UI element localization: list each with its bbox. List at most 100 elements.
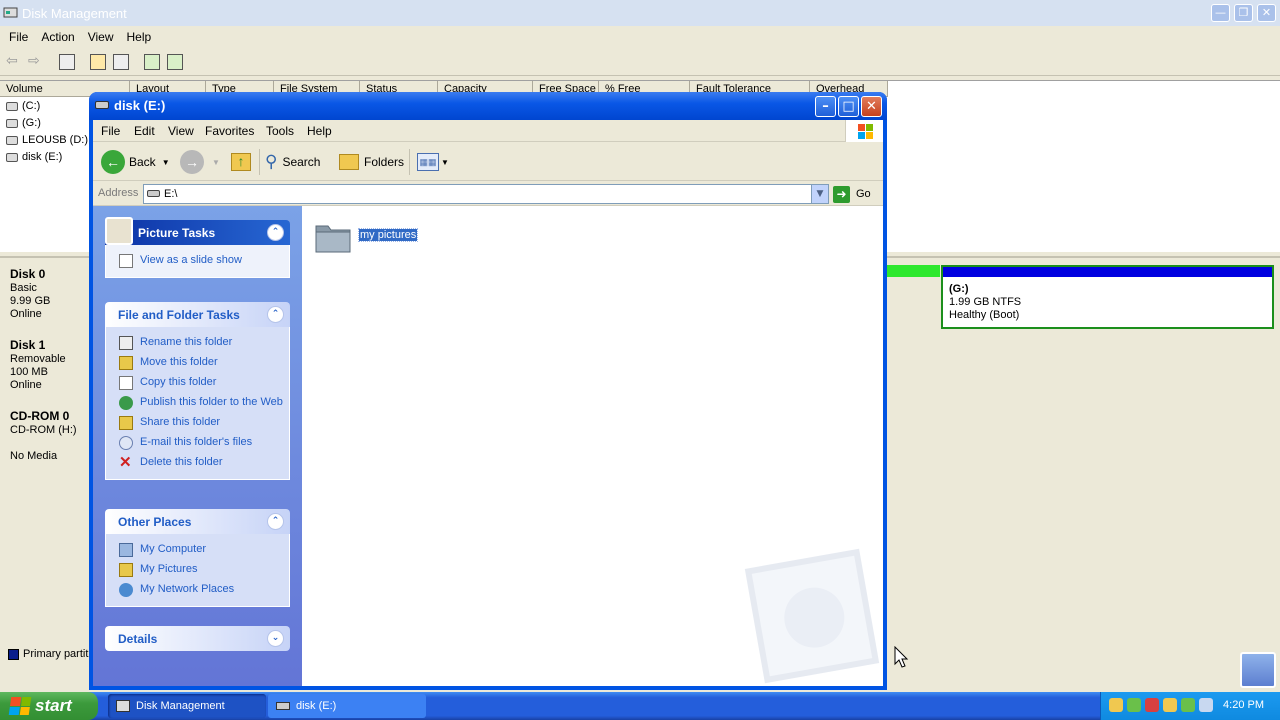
back-arrow-icon[interactable]: ⇦ xyxy=(6,54,22,70)
restore-button[interactable]: ❐ xyxy=(1234,4,1253,22)
network-tray-icon[interactable] xyxy=(1199,698,1213,712)
email-icon xyxy=(119,436,133,450)
picture-watermark-icon xyxy=(744,548,880,684)
close-button[interactable]: ✕ xyxy=(861,96,882,117)
file-folder-tasks-header[interactable]: File and Folder Tasks ⌃ xyxy=(105,302,290,327)
forward-button[interactable]: → ▼ xyxy=(180,149,220,175)
menu-file[interactable]: File xyxy=(9,30,28,44)
task-view-slideshow[interactable]: View as a slide show xyxy=(106,251,289,271)
properties-icon[interactable] xyxy=(90,54,106,70)
security-alert-icon[interactable] xyxy=(1145,698,1159,712)
tray-icon-2[interactable] xyxy=(1127,698,1141,712)
volume-row[interactable]: disk (E:) xyxy=(6,149,62,165)
explorer-title-bar[interactable]: disk (E:) – □ ✕ xyxy=(89,92,887,120)
disk-name: Disk 0 xyxy=(10,267,46,281)
menu-favorites[interactable]: Favorites xyxy=(205,124,254,138)
dm-title-bar[interactable]: Disk Management — ❐ ✕ xyxy=(0,0,1280,26)
console-tree-icon[interactable] xyxy=(59,54,75,70)
partition-g[interactable]: (G:) 1.99 GB NTFS Healthy (Boot) xyxy=(941,265,1274,329)
back-button[interactable]: ← Back ▼ xyxy=(101,149,170,175)
volume-row[interactable]: (C:) xyxy=(6,98,40,114)
help-icon[interactable] xyxy=(167,54,183,70)
panel-title: File and Folder Tasks xyxy=(118,308,240,322)
disk-status: Online xyxy=(10,308,42,320)
task-copy-folder[interactable]: Copy this folder xyxy=(106,373,289,393)
folder-icon[interactable] xyxy=(314,220,352,254)
task-delete-folder[interactable]: ✕ Delete this folder xyxy=(106,453,289,473)
volume-row[interactable]: (G:) xyxy=(6,115,41,131)
slideshow-icon xyxy=(119,254,133,268)
chevron-down-icon[interactable]: ▼ xyxy=(811,185,828,203)
search-icon: ⚲ xyxy=(265,152,278,171)
menu-help[interactable]: Help xyxy=(307,124,332,138)
menu-file[interactable]: File xyxy=(101,124,120,138)
minimize-button[interactable]: — xyxy=(1211,4,1230,22)
clock[interactable]: 4:20 PM xyxy=(1223,699,1264,711)
menu-action[interactable]: Action xyxy=(41,30,74,44)
task-label: View as a slide show xyxy=(140,254,242,266)
partition-c[interactable] xyxy=(886,265,940,329)
task-rename-folder[interactable]: Rename this folder xyxy=(106,333,289,353)
taskbar-item-disk-e[interactable]: disk (E:) xyxy=(268,694,426,718)
search-button[interactable]: ⚲ Search xyxy=(265,149,320,175)
task-share-folder[interactable]: Share this folder xyxy=(106,413,289,433)
disk-name: Disk 1 xyxy=(10,338,46,352)
task-move-folder[interactable]: Move this folder xyxy=(106,353,289,373)
dm-title: Disk Management xyxy=(22,5,127,21)
tray-icon-4[interactable] xyxy=(1163,698,1177,712)
address-bar: Address E:\ ▼ ➜ Go xyxy=(93,182,883,206)
folder-name[interactable]: my pictures xyxy=(357,228,419,242)
scroll-down-icon[interactable] xyxy=(1240,652,1276,688)
volume-name: disk (E:) xyxy=(22,151,63,163)
views-button[interactable]: ▦▦ ▼ xyxy=(417,149,449,175)
folders-label: Folders xyxy=(364,155,405,169)
collapse-icon[interactable]: ⌃ xyxy=(267,306,284,323)
cdrom-0-label[interactable]: CD-ROM 0 CD-ROM (H:) No Media xyxy=(10,410,77,463)
expand-icon[interactable]: ⌄ xyxy=(267,630,284,647)
tray-icon-1[interactable] xyxy=(1109,698,1123,712)
place-my-pictures[interactable]: My Pictures xyxy=(106,560,289,580)
picture-icon xyxy=(105,217,133,245)
disk-0-label[interactable]: Disk 0 Basic 9.99 GB Online xyxy=(10,268,50,321)
address-input[interactable]: E:\ ▼ xyxy=(143,184,829,204)
picture-tasks-header[interactable]: Picture Tasks ⌃ xyxy=(105,217,290,245)
volume-row[interactable]: LEOUSB (D:) xyxy=(6,132,88,148)
menu-view[interactable]: View xyxy=(88,30,114,44)
collapse-icon[interactable]: ⌃ xyxy=(267,224,284,241)
task-email-files[interactable]: E-mail this folder's files xyxy=(106,433,289,453)
folders-button[interactable]: Folders xyxy=(339,149,404,175)
menu-help[interactable]: Help xyxy=(127,30,152,44)
disk-1-label[interactable]: Disk 1 Removable 100 MB Online xyxy=(10,339,66,392)
other-places-header[interactable]: Other Places ⌃ xyxy=(105,509,290,534)
forward-arrow-icon[interactable]: ⇨ xyxy=(28,54,44,70)
drive-icon xyxy=(147,190,160,197)
task-label: My Computer xyxy=(140,543,207,555)
up-folder-button[interactable]: ↑ xyxy=(231,149,251,175)
drive-icon xyxy=(6,118,18,128)
rename-icon xyxy=(119,336,133,350)
menu-tools[interactable]: Tools xyxy=(266,124,294,138)
minimize-button[interactable]: – xyxy=(815,96,836,117)
file-list-view[interactable]: my pictures xyxy=(302,206,909,686)
go-button[interactable]: ➜ Go xyxy=(833,185,871,203)
share-icon xyxy=(119,416,133,430)
maximize-button[interactable]: □ xyxy=(838,96,859,117)
place-my-computer[interactable]: My Computer xyxy=(106,540,289,560)
back-arrow-icon: ← xyxy=(101,150,125,174)
task-publish-web[interactable]: Publish this folder to the Web xyxy=(106,393,289,413)
tray-icon-5[interactable] xyxy=(1181,698,1195,712)
close-button[interactable]: ✕ xyxy=(1257,4,1276,22)
refresh-icon[interactable] xyxy=(144,54,160,70)
details-header[interactable]: Details ⌄ xyxy=(105,626,290,651)
menu-view[interactable]: View xyxy=(168,124,194,138)
chevron-down-icon: ▼ xyxy=(212,157,220,167)
start-button[interactable]: start xyxy=(0,692,98,720)
menu-edit[interactable]: Edit xyxy=(134,124,155,138)
collapse-icon[interactable]: ⌃ xyxy=(267,513,284,530)
taskbar-item-disk-management[interactable]: Disk Management xyxy=(108,694,266,718)
disk-type: Basic xyxy=(10,282,37,294)
export-list-icon[interactable] xyxy=(113,54,129,70)
partition-status: Healthy (Boot) xyxy=(949,309,1020,321)
task-pane: Picture Tasks ⌃ View as a slide show Fil… xyxy=(93,206,302,686)
place-my-network[interactable]: My Network Places xyxy=(106,580,289,600)
